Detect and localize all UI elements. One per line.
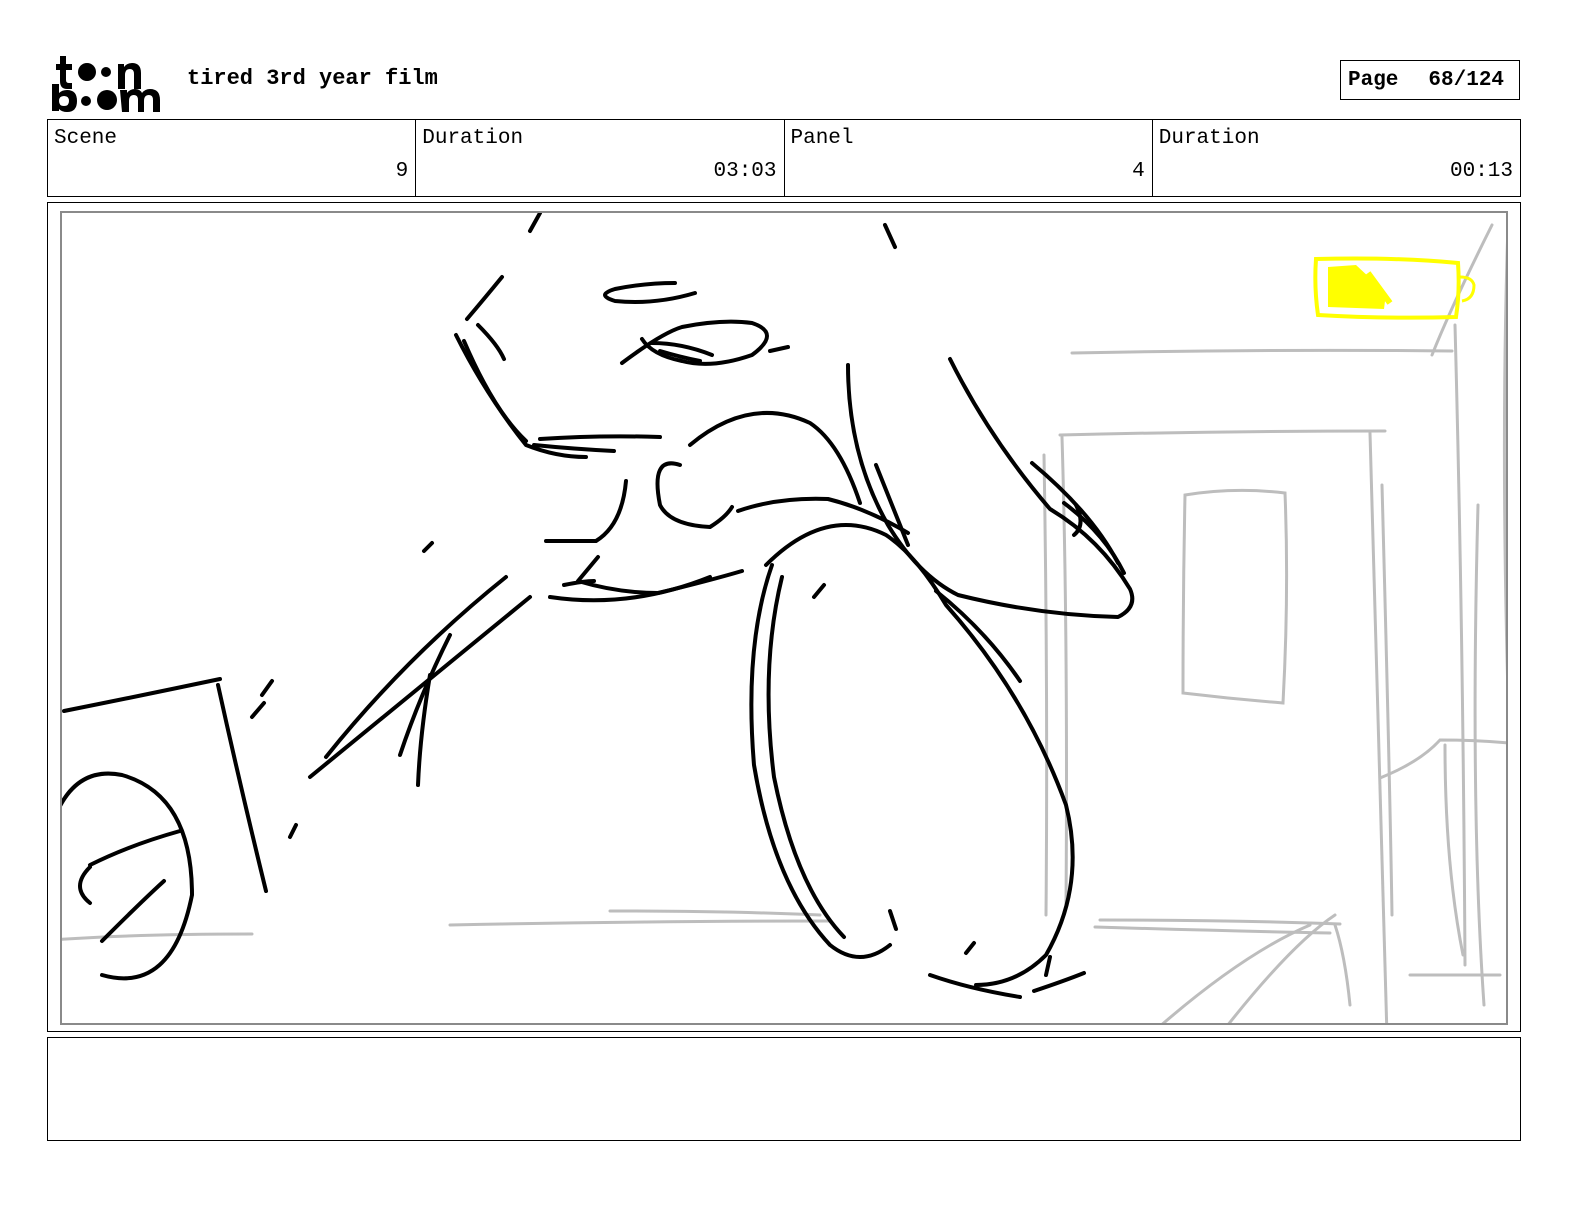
panel-sketch	[62, 213, 1506, 1023]
panel-label: Panel	[790, 127, 854, 150]
toon-boom-logo	[52, 56, 160, 112]
project-title: tired 3rd year film	[187, 66, 438, 91]
panel-info-table: Scene 9 Duration 03:03 Panel 4 Duration …	[47, 119, 1521, 197]
background-sketch	[62, 223, 1506, 1023]
scene-duration-cell: Duration 03:03	[416, 120, 785, 196]
page-number: 68/124	[1428, 68, 1505, 92]
page-indicator: Page 68/124	[1340, 60, 1520, 100]
panel-duration-label: Duration	[1158, 127, 1260, 150]
character-sketch	[62, 213, 1135, 999]
page-label: Page	[1348, 68, 1399, 92]
panel-value: 4	[1132, 160, 1145, 183]
storyboard-panel-frame	[47, 202, 1521, 1032]
scene-duration-value: 03:03	[713, 160, 777, 183]
scene-cell: Scene 9	[48, 120, 417, 196]
panel-notes-box[interactable]	[47, 1037, 1521, 1141]
scene-value: 9	[395, 160, 409, 183]
panel-duration-value: 00:13	[1449, 160, 1513, 183]
scene-label: Scene	[54, 127, 118, 150]
panel-cell: Panel 4	[785, 120, 1153, 196]
storyboard-panel-image	[60, 211, 1508, 1025]
scene-duration-label: Duration	[422, 127, 524, 150]
panel-duration-cell: Duration 00:13	[1153, 120, 1520, 196]
